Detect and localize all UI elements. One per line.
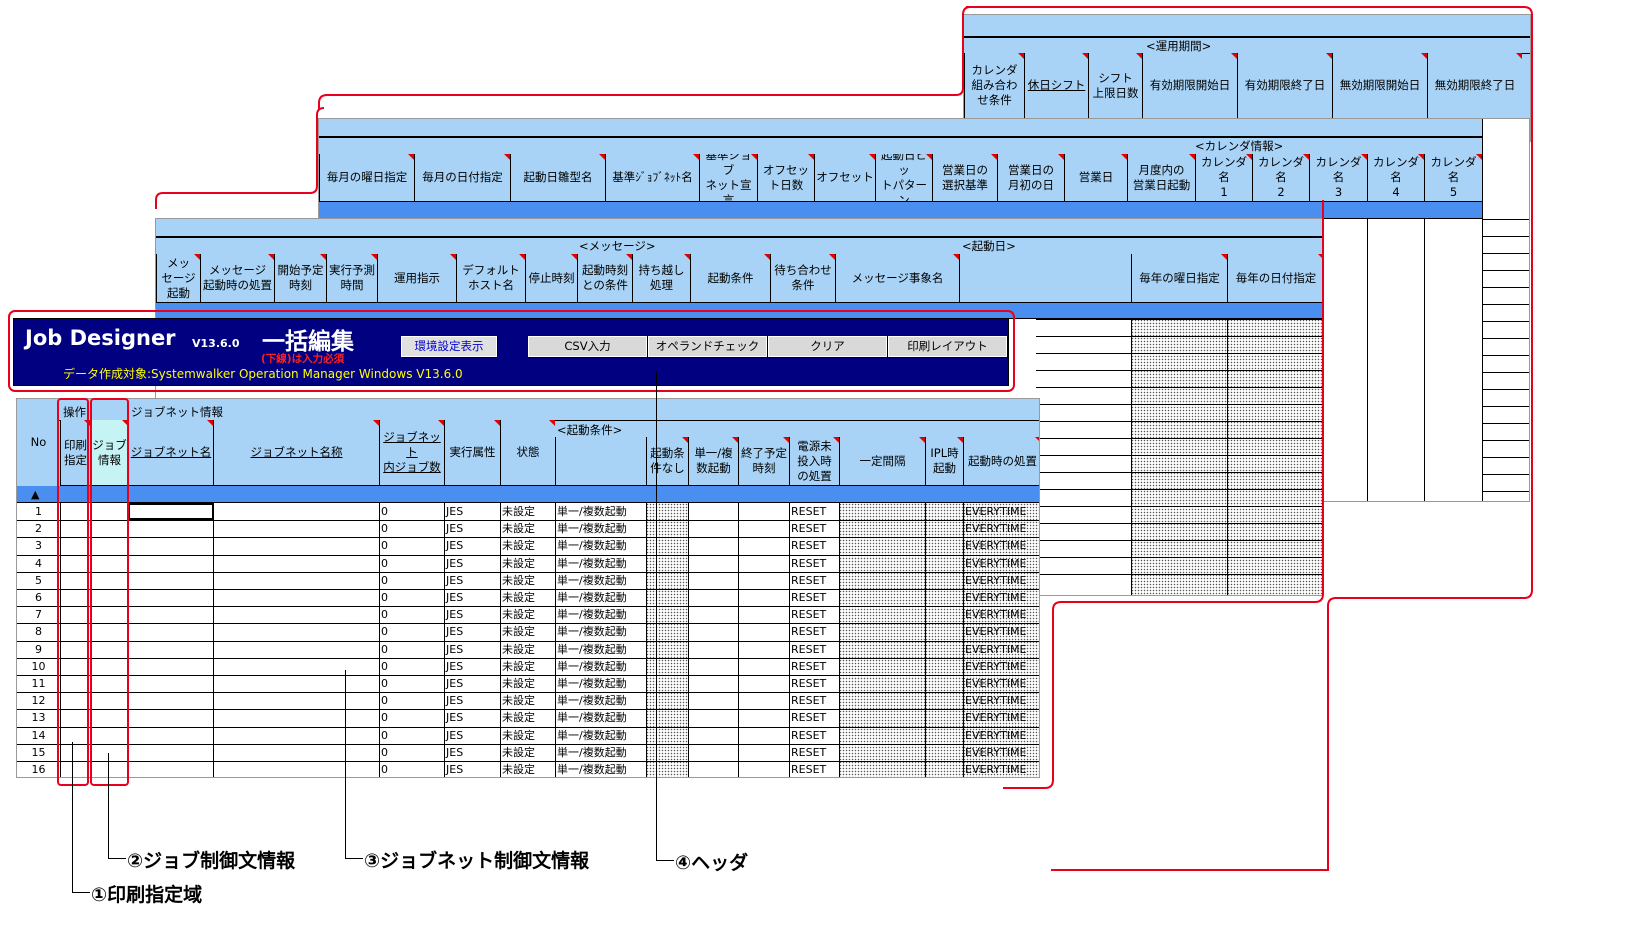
- callout-print-area: ①印刷指定域: [91, 884, 203, 906]
- callout-header: ④ヘッダ: [675, 852, 749, 874]
- sheet1-right-outline: [1003, 200, 1324, 789]
- sheet2-outline: [318, 6, 971, 110]
- callout-job-control: ②ジョブ制御文情報: [127, 850, 296, 872]
- sheet1-outline: [155, 107, 325, 209]
- sheet3-outline: [966, 6, 1533, 871]
- screenshot-stage: <運用期間> カレンダ 組み合わ せ条件 休日シフト シフト 上限日数 有効期限開始日…: [0, 0, 1644, 951]
- highlight-outlines: [155, 6, 1533, 871]
- callout-jobnet-control: ③ジョブネット制御文情報: [364, 850, 590, 872]
